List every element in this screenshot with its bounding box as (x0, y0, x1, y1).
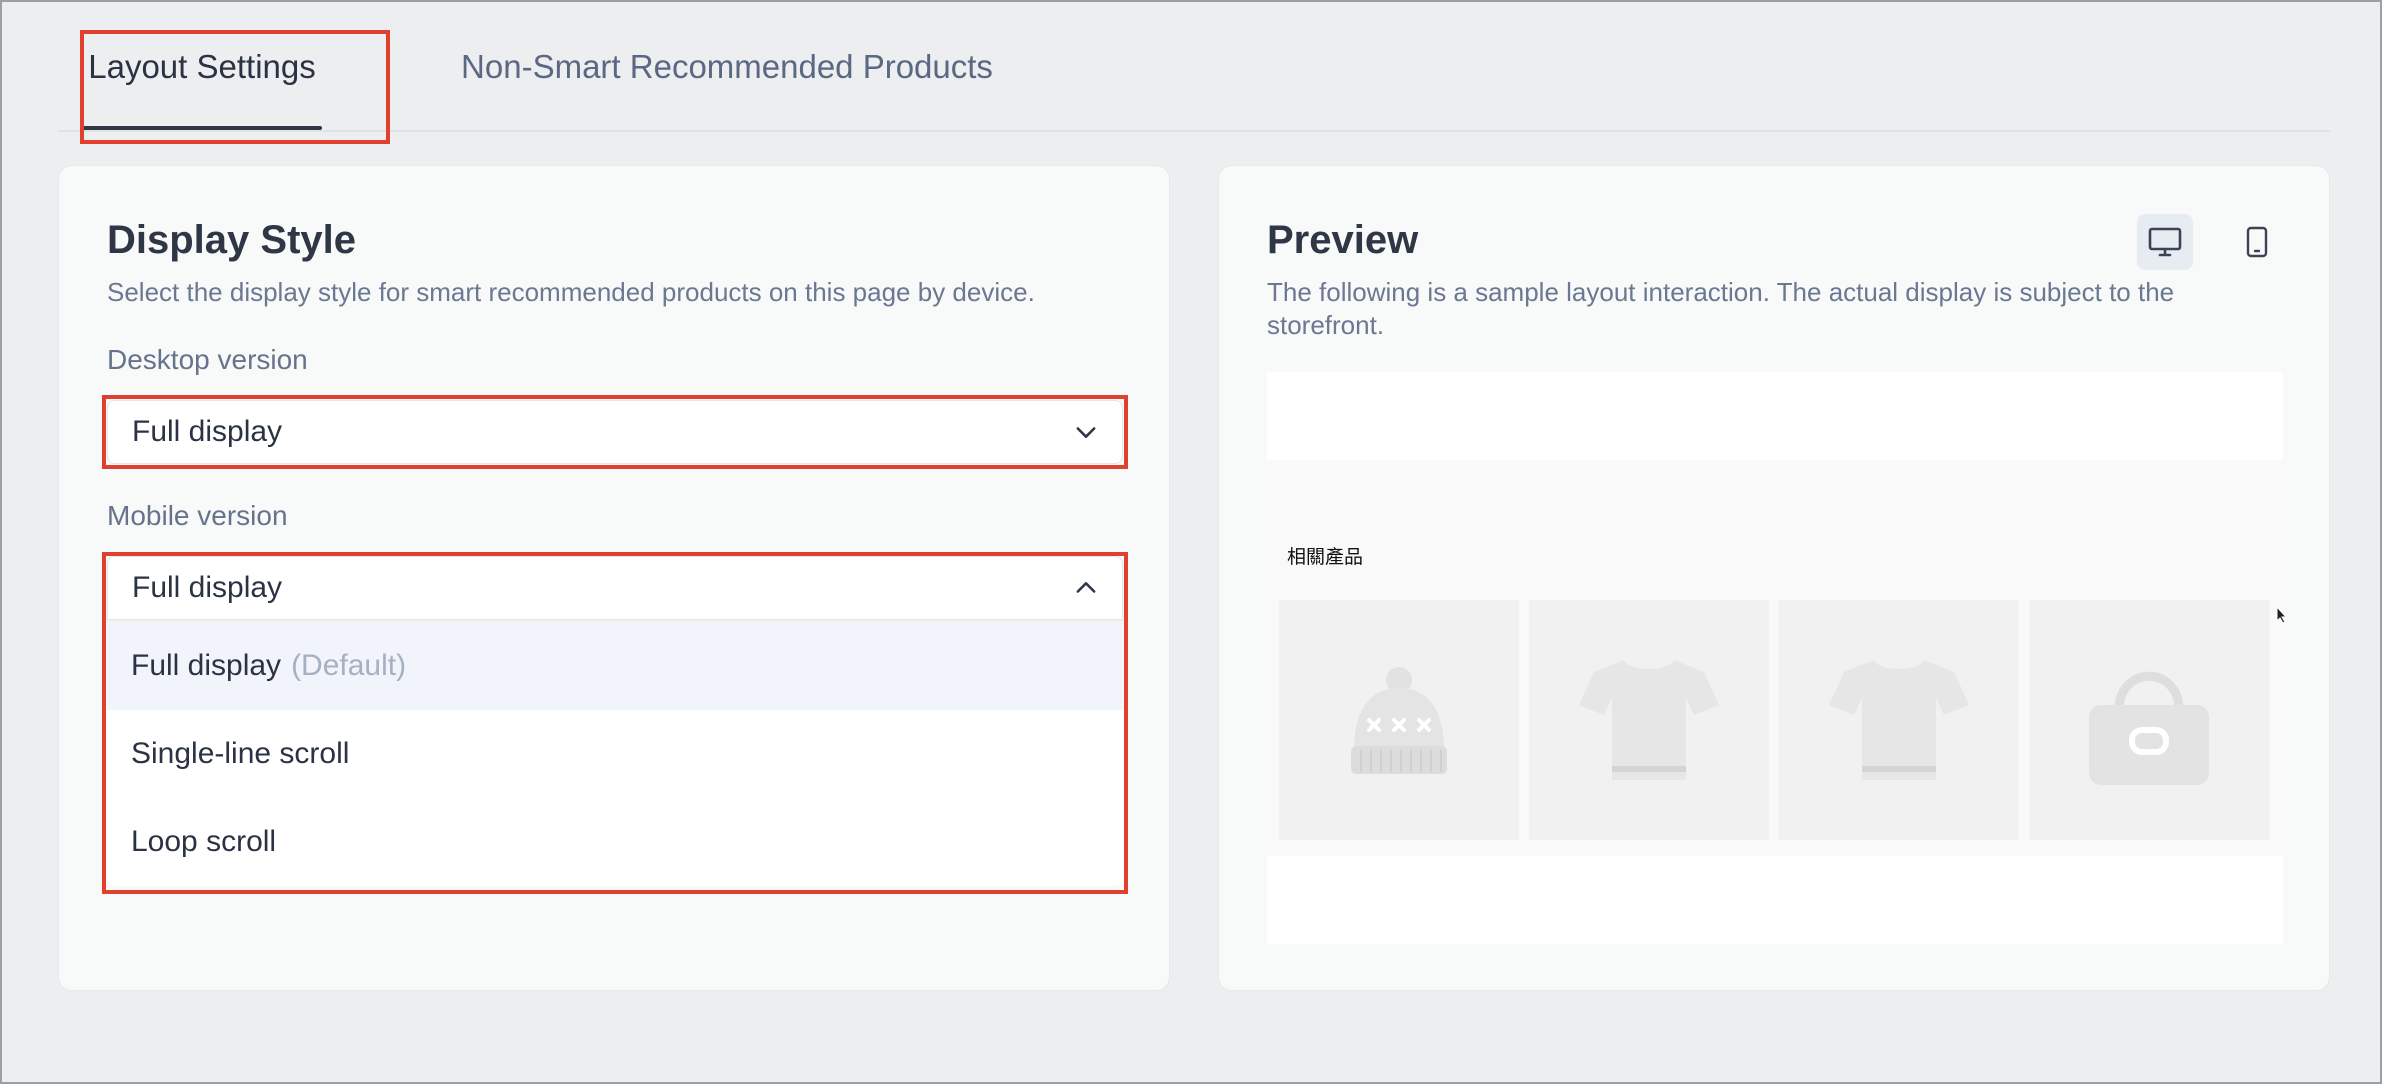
product-card (1279, 600, 1519, 840)
desktop-version-label: Desktop version (107, 344, 308, 375)
tshirt-icon (1829, 660, 1969, 780)
tab-non-smart-label: Non-Smart Recommended Products (461, 48, 993, 85)
desktop-preview-button[interactable] (2137, 214, 2193, 270)
chevron-up-icon (1076, 582, 1096, 593)
option-label: Full display (131, 649, 282, 682)
preview-title: Preview (1267, 218, 1419, 262)
preview-section-heading: 相關產品 (1287, 546, 1364, 568)
tshirt-icon (1579, 660, 1719, 780)
product-card (2029, 600, 2269, 840)
tab-non-smart-recommended-products[interactable]: Non-Smart Recommended Products (442, 2, 1012, 132)
display-style-description: Select the display style for smart recom… (107, 277, 1035, 307)
mobile-preview-button[interactable] (2229, 214, 2285, 270)
desktop-icon (2148, 227, 2182, 257)
beanie-icon (1351, 667, 1447, 774)
mobile-version-label: Mobile version (107, 500, 288, 531)
mobile-icon (2246, 226, 2268, 258)
preview-card: Preview The following is a sample layout… (1218, 165, 2330, 991)
tab-layout-settings[interactable]: Layout Settings (82, 2, 322, 132)
mobile-version-value: Full display (132, 571, 283, 604)
active-tab-underline (82, 126, 322, 130)
tab-bar: Layout Settings Non-Smart Recommended Pr… (58, 2, 2330, 132)
option-loop-scroll[interactable]: Loop scroll (107, 798, 1123, 886)
option-default-note: (Default) (291, 649, 407, 682)
product-card (1529, 600, 1769, 840)
option-full-display[interactable]: Full display (Default) (107, 622, 1123, 710)
display-style-card: Display Style Select the display style f… (58, 165, 1170, 991)
mouse-cursor-icon (2276, 606, 2288, 624)
option-label: Loop scroll (131, 825, 277, 858)
preview-description: The following is a sample layout interac… (1267, 277, 2175, 340)
mobile-version-dropdown: Full display (Default) Single-line scrol… (107, 622, 1123, 886)
chevron-down-icon (1076, 427, 1096, 438)
tab-layout-settings-label: Layout Settings (88, 48, 316, 85)
option-label: Single-line scroll (131, 737, 350, 770)
desktop-version-select[interactable]: Full display (107, 400, 1123, 464)
display-style-title: Display Style (107, 218, 357, 262)
desktop-version-value: Full display (132, 415, 283, 448)
mobile-version-select[interactable]: Full display (107, 556, 1123, 620)
preview-product-section: 相關產品 (1267, 460, 2283, 856)
handbag-icon (2089, 671, 2209, 785)
product-card (1779, 600, 2019, 840)
option-single-line-scroll[interactable]: Single-line scroll (107, 710, 1123, 798)
preview-canvas: 相關產品 (1267, 372, 2283, 944)
